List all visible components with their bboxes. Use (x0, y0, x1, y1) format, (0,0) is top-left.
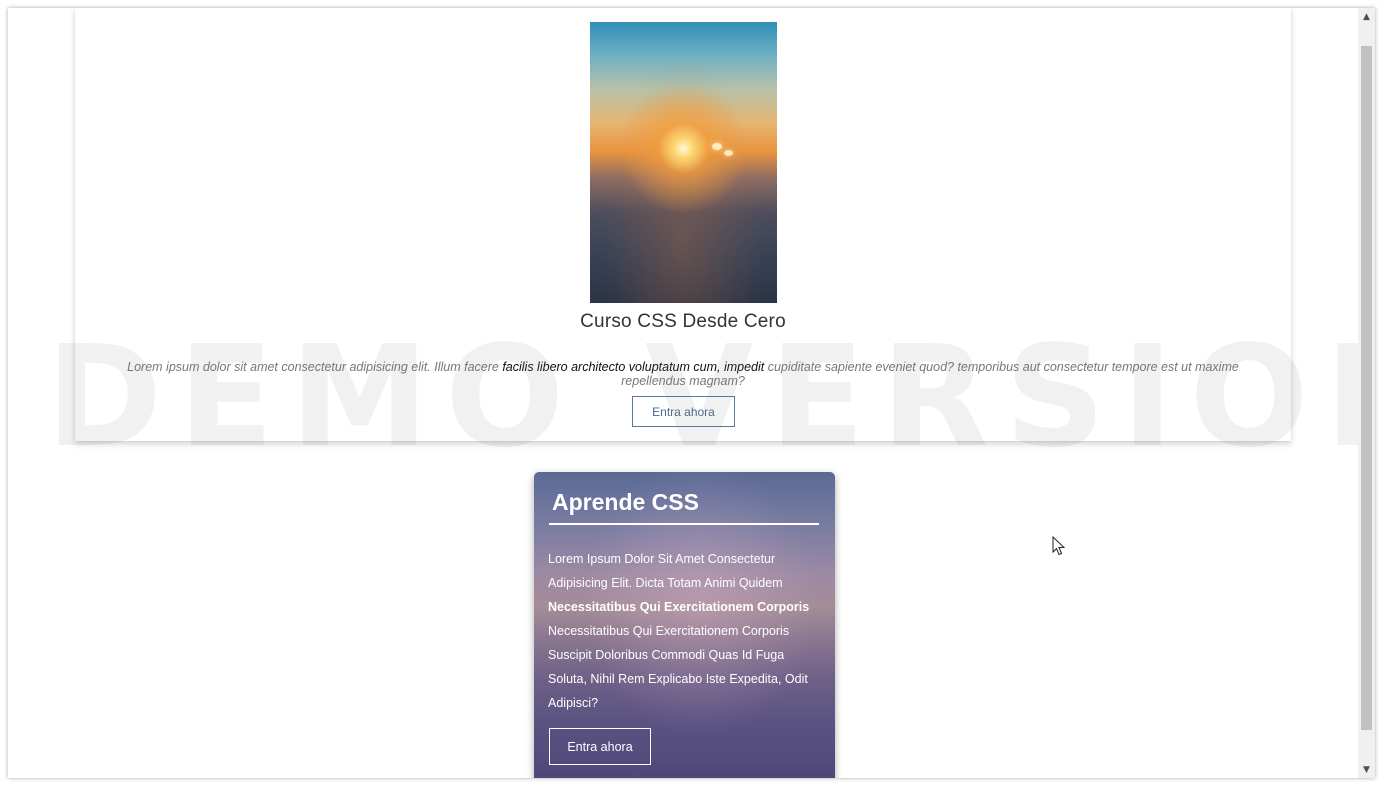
description-emphasis: facilis libero architecto voluptatum cum… (502, 360, 765, 374)
enter-now-button[interactable]: Entra ahora (632, 396, 735, 427)
enter-now-button[interactable]: Entra ahora (549, 728, 651, 765)
sunset-image (590, 22, 777, 303)
scrollbar-thumb[interactable] (1361, 46, 1372, 730)
course-card: Curso CSS Desde Cero Lorem ipsum dolor s… (75, 8, 1291, 441)
mouse-pointer-icon (1052, 536, 1066, 556)
feature-card: Aprende CSS Lorem Ipsum Dolor Sit Amet C… (534, 472, 835, 778)
course-title: Curso CSS Desde Cero (580, 311, 786, 332)
sun-glint (712, 143, 722, 150)
title-divider (549, 523, 819, 525)
arrow-down-icon[interactable]: ▼ (1358, 761, 1375, 778)
vertical-scrollbar[interactable]: ▲ ▼ (1358, 8, 1375, 778)
feature-text-bold: Necessitatibus Qui Exercitationem Corpor… (548, 600, 810, 614)
course-description: Lorem ipsum dolor sit amet consectetur a… (105, 360, 1261, 388)
sun-glint (724, 150, 733, 156)
browser-viewport: Curso CSS Desde Cero Lorem ipsum dolor s… (8, 8, 1375, 778)
feature-card-text: Lorem Ipsum Dolor Sit Amet Consectetur A… (548, 547, 820, 715)
feature-text: Lorem Ipsum Dolor Sit Amet Consectetur A… (548, 552, 783, 590)
feature-text: Necessitatibus Qui Exercitationem Corpor… (548, 624, 808, 710)
description-text: Lorem ipsum dolor sit amet consectetur a… (127, 360, 503, 374)
feature-card-title: Aprende CSS (552, 489, 699, 515)
arrow-up-icon[interactable]: ▲ (1358, 8, 1375, 25)
